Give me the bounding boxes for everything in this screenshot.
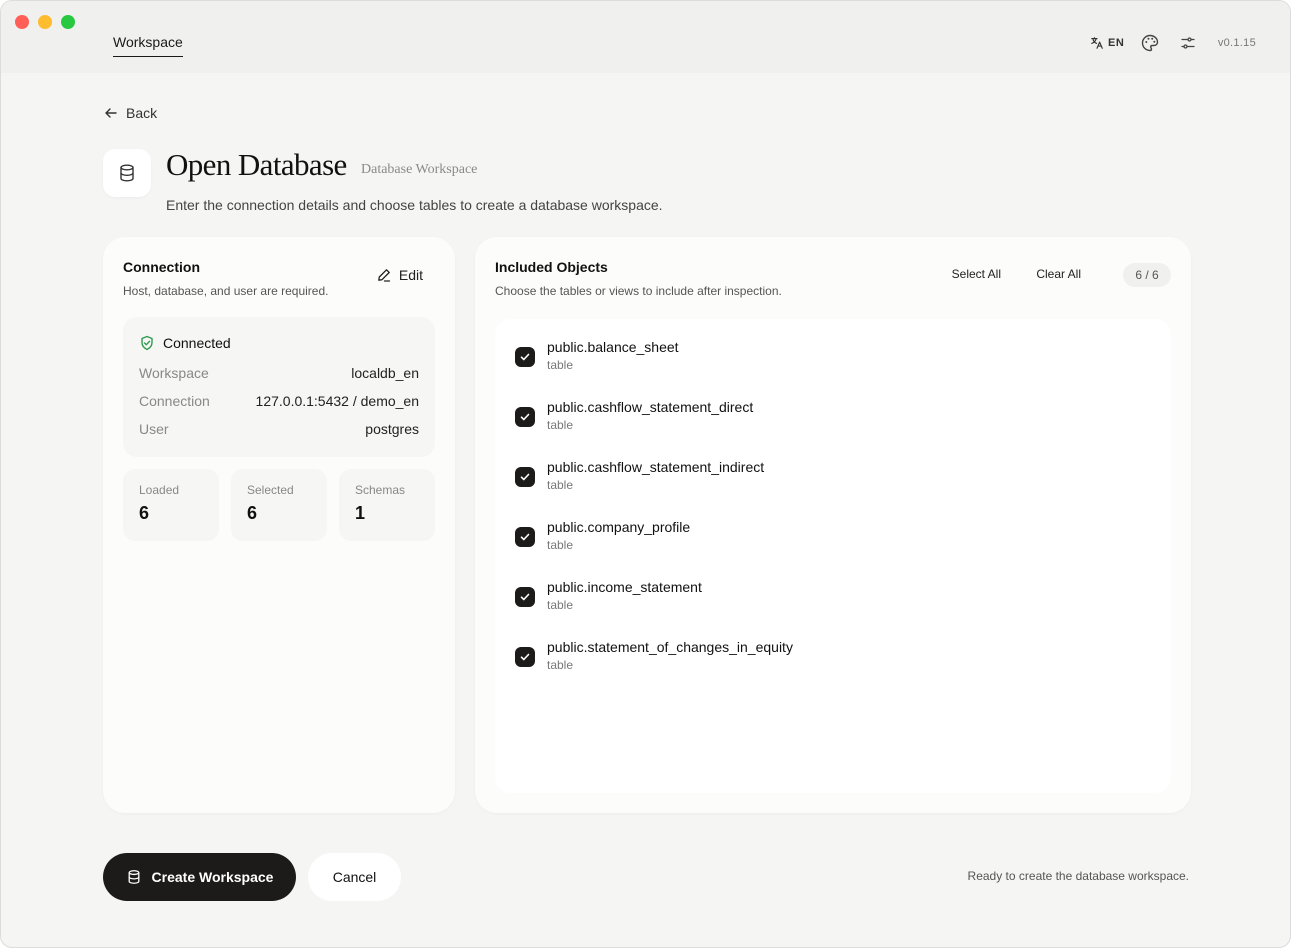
row-value: localdb_en (351, 365, 419, 381)
settings-button[interactable] (1180, 33, 1196, 53)
minimize-window-button[interactable] (38, 15, 52, 29)
stat-loaded: Loaded 6 (123, 469, 219, 541)
connection-title: Connection (123, 259, 200, 275)
page-description: Enter the connection details and choose … (166, 197, 663, 213)
back-button[interactable]: Back (104, 105, 157, 121)
check-icon (520, 593, 530, 601)
list-item[interactable]: public.income_statement table (515, 579, 1115, 619)
row-key: User (139, 421, 169, 437)
palette-icon (1141, 34, 1159, 52)
connection-details: Connected Workspace localdb_en Connectio… (123, 317, 435, 457)
check-icon (520, 653, 530, 661)
connection-row-connection: Connection 127.0.0.1:5432 / demo_en (139, 393, 419, 411)
stat-label: Selected (247, 483, 294, 497)
included-objects-card: Included Objects Choose the tables or vi… (475, 237, 1191, 813)
list-item[interactable]: public.statement_of_changes_in_equity ta… (515, 639, 1115, 679)
object-type: table (547, 478, 574, 492)
translate-icon (1091, 37, 1103, 49)
list-item[interactable]: public.cashflow_statement_direct table (515, 399, 1115, 439)
stat-value: 1 (355, 503, 366, 523)
included-objects-title: Included Objects (495, 259, 608, 275)
database-icon (120, 164, 134, 182)
list-item[interactable]: public.company_profile table (515, 519, 1115, 559)
stat-value: 6 (139, 503, 150, 523)
connection-status: Connected (139, 335, 231, 351)
object-type: table (547, 358, 574, 372)
stat-schemas: Schemas 1 (339, 469, 435, 541)
check-icon (520, 473, 530, 481)
language-label: EN (1108, 37, 1125, 49)
included-objects-subtitle: Choose the tables or views to include af… (495, 284, 782, 298)
database-icon (128, 870, 139, 884)
selection-count-badge: 6 / 6 (1123, 263, 1171, 287)
shield-check-icon (141, 335, 153, 351)
object-name: public.income_statement (547, 579, 702, 595)
stat-label: Loaded (139, 483, 180, 497)
row-key: Workspace (139, 365, 209, 381)
back-label: Back (126, 105, 158, 121)
sliders-icon (1181, 37, 1195, 49)
edit-label: Edit (398, 267, 423, 283)
stat-value: 6 (247, 503, 258, 523)
item-checkbox[interactable] (515, 587, 535, 607)
select-all-button[interactable]: Select All (952, 267, 1001, 281)
theme-button[interactable] (1140, 33, 1160, 53)
title-bar: Workspace EN v0.1.15 (1, 1, 1290, 73)
edit-connection-button[interactable]: Edit (377, 267, 423, 283)
page-title: Open Database (166, 147, 347, 182)
object-type: table (547, 418, 574, 432)
clear-all-button[interactable]: Clear All (1036, 267, 1081, 281)
stat-label: Schemas (355, 483, 406, 497)
object-type: table (547, 538, 574, 552)
connection-row-user: User postgres (139, 421, 419, 439)
check-icon (520, 533, 530, 541)
arrow-left-icon (105, 108, 117, 118)
row-value: postgres (365, 421, 419, 437)
object-name: public.company_profile (547, 519, 691, 535)
object-type: table (547, 658, 574, 672)
item-checkbox[interactable] (515, 467, 535, 487)
row-value: 127.0.0.1:5432 / demo_en (255, 393, 419, 409)
close-window-button[interactable] (15, 15, 29, 29)
page-subtitle: Database Workspace (361, 162, 478, 177)
connection-status-label: Connected (163, 335, 231, 351)
database-badge (103, 149, 151, 197)
connection-row-workspace: Workspace localdb_en (139, 365, 419, 383)
language-switcher[interactable]: EN (1090, 33, 1124, 53)
object-name: public.statement_of_changes_in_equity (547, 639, 793, 655)
check-icon (520, 413, 530, 421)
connection-subtitle: Host, database, and user are required. (123, 284, 329, 298)
create-workspace-label: Create Workspace (151, 869, 274, 885)
pencil-icon (378, 269, 391, 282)
tab-workspace[interactable]: Workspace (113, 34, 183, 57)
item-checkbox[interactable] (515, 347, 535, 367)
list-item[interactable]: public.cashflow_statement_indirect table (515, 459, 1115, 499)
row-key: Connection (139, 393, 210, 409)
objects-list: public.balance_sheet table public.cashfl… (495, 319, 1171, 793)
object-name: public.cashflow_statement_direct (547, 399, 754, 415)
item-checkbox[interactable] (515, 407, 535, 427)
item-checkbox[interactable] (515, 527, 535, 547)
cancel-button[interactable]: Cancel (308, 853, 401, 901)
version-label: v0.1.15 (1217, 37, 1256, 49)
connection-card: Connection Host, database, and user are … (103, 237, 455, 813)
list-item[interactable]: public.balance_sheet table (515, 339, 1115, 379)
item-checkbox[interactable] (515, 647, 535, 667)
check-icon (520, 353, 530, 361)
object-name: public.balance_sheet (547, 339, 679, 355)
app-window: Workspace EN v0.1.15 Back Open Database … (0, 0, 1291, 948)
footer-status: Ready to create the database workspace. (967, 869, 1189, 883)
object-type: table (547, 598, 574, 612)
create-workspace-button[interactable]: Create Workspace (103, 853, 296, 901)
zoom-window-button[interactable] (61, 15, 75, 29)
object-name: public.cashflow_statement_indirect (547, 459, 765, 475)
stat-selected: Selected 6 (231, 469, 327, 541)
